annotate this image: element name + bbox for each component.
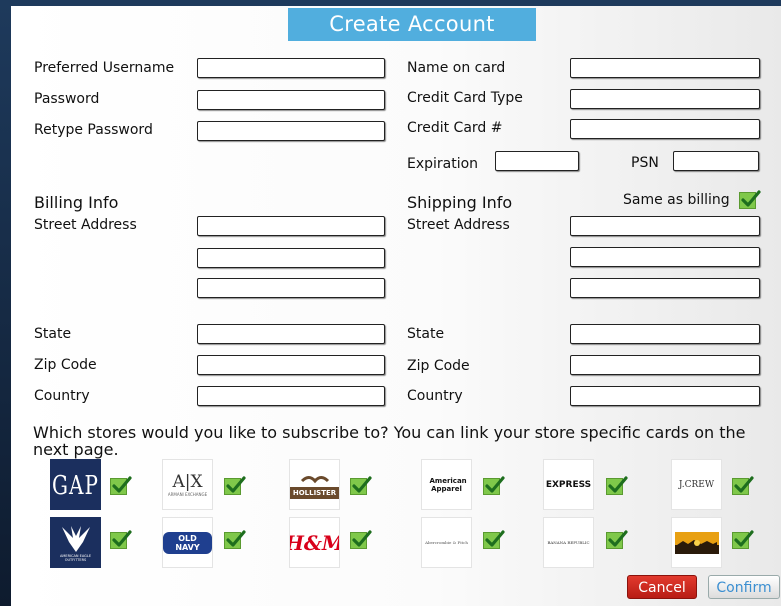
create-account-panel: Create Account Preferred Username Passwo… (11, 6, 781, 606)
expiration-input[interactable] (495, 151, 579, 171)
expiration-label: Expiration (407, 156, 479, 172)
hm-checkbox[interactable] (350, 530, 372, 549)
same-as-billing-label: Same as billing (623, 192, 730, 208)
shipping-heading: Shipping Info (407, 193, 513, 212)
confirm-button[interactable]: Confirm (708, 575, 780, 599)
billing-street-label: Street Address (34, 217, 137, 233)
username-input[interactable] (197, 58, 385, 78)
billing-country-input[interactable] (197, 386, 385, 406)
eagle-icon (61, 525, 90, 552)
hollister-checkbox[interactable] (350, 476, 372, 495)
same-as-billing-checkbox[interactable] (739, 190, 761, 209)
jcrew-checkbox[interactable] (732, 476, 754, 495)
shipping-street-input-1[interactable] (570, 216, 760, 236)
checkmark-icon (741, 190, 761, 207)
sunset-store-logo[interactable] (671, 517, 722, 568)
gap-checkbox[interactable] (110, 476, 132, 495)
psn-label: PSN (631, 155, 659, 171)
window-title: Create Account (288, 8, 536, 41)
sunset-store-checkbox[interactable] (732, 530, 754, 549)
abercrombie-logo-text: Abercrombie & Fitch (425, 540, 468, 545)
shipping-country-input[interactable] (570, 386, 760, 406)
psn-input[interactable] (673, 151, 759, 171)
billing-state-label: State (34, 326, 72, 342)
billing-state-input[interactable] (197, 324, 385, 344)
old-navy-logo-text: OLD NAVY (163, 531, 212, 554)
password-input[interactable] (197, 90, 385, 110)
billing-street-input-2[interactable] (197, 248, 385, 268)
express-checkbox[interactable] (606, 476, 628, 495)
shipping-street-input-2[interactable] (570, 247, 760, 267)
express-logo[interactable]: EXPRESS (543, 459, 594, 510)
american-apparel-logo[interactable]: American Apparel (421, 459, 472, 510)
armani-exchange-logo[interactable]: A|X ARMANI EXCHANGE (162, 459, 213, 510)
hollister-logo-text: HOLLISTER (290, 487, 339, 499)
card-type-input[interactable] (570, 89, 760, 109)
abercrombie-logo[interactable]: Abercrombie & Fitch (421, 517, 472, 568)
card-type-label: Credit Card Type (407, 90, 523, 106)
american-apparel-logo-text: American Apparel (429, 476, 467, 493)
banana-republic-checkbox[interactable] (606, 530, 628, 549)
shipping-street-label: Street Address (407, 217, 510, 233)
store-subscription-question: Which stores would you like to subscribe… (33, 423, 746, 459)
shipping-country-label: Country (407, 388, 463, 404)
billing-country-label: Country (34, 388, 90, 404)
billing-zip-label: Zip Code (34, 357, 97, 373)
jcrew-logo-text: J.CREW (678, 479, 715, 490)
old-navy-logo[interactable]: OLD NAVY (162, 517, 213, 568)
armani-exchange-logo-subtext: ARMANI EXCHANGE (167, 492, 208, 497)
old-navy-checkbox[interactable] (224, 530, 246, 549)
card-number-input[interactable] (570, 119, 760, 139)
billing-zip-input[interactable] (197, 355, 385, 375)
cancel-button[interactable]: Cancel (627, 575, 697, 599)
retype-password-input[interactable] (197, 121, 385, 141)
name-on-card-label: Name on card (407, 60, 506, 76)
billing-heading: Billing Info (34, 193, 119, 212)
sunset-icon (674, 531, 719, 554)
express-logo-text: EXPRESS (545, 479, 592, 490)
shipping-zip-input[interactable] (570, 355, 760, 375)
banana-republic-logo[interactable]: BANANA REPUBLIC (543, 517, 594, 568)
seagull-icon (300, 476, 329, 484)
billing-street-input-1[interactable] (197, 216, 385, 236)
gap-logo-text: GAP (52, 468, 99, 501)
shipping-zip-label: Zip Code (407, 358, 470, 374)
shipping-street-input-3[interactable] (570, 278, 760, 298)
hm-logo[interactable]: H&M (289, 517, 340, 568)
abercrombie-checkbox[interactable] (483, 530, 505, 549)
retype-password-label: Retype Password (34, 122, 153, 138)
jcrew-logo[interactable]: J.CREW (671, 459, 722, 510)
armani-exchange-checkbox[interactable] (224, 476, 246, 495)
american-eagle-logo-text: AMERICAN EAGLE OUTFITTERS (59, 553, 92, 562)
name-on-card-input[interactable] (570, 58, 760, 78)
hollister-logo[interactable]: HOLLISTER (289, 459, 340, 510)
shipping-state-label: State (407, 326, 445, 342)
hm-logo-text: H&M (290, 530, 339, 555)
american-apparel-checkbox[interactable] (483, 476, 505, 495)
username-label: Preferred Username (34, 60, 175, 76)
armani-exchange-logo-text: A|X (172, 472, 203, 492)
shipping-state-input[interactable] (570, 324, 760, 344)
card-number-label: Credit Card # (407, 120, 503, 136)
password-label: Password (34, 91, 100, 107)
banana-republic-logo-text: BANANA REPUBLIC (547, 540, 590, 545)
american-eagle-logo[interactable]: AMERICAN EAGLE OUTFITTERS (50, 517, 101, 568)
american-eagle-checkbox[interactable] (110, 530, 132, 549)
gap-logo[interactable]: GAP (50, 459, 101, 510)
billing-street-input-3[interactable] (197, 278, 385, 298)
